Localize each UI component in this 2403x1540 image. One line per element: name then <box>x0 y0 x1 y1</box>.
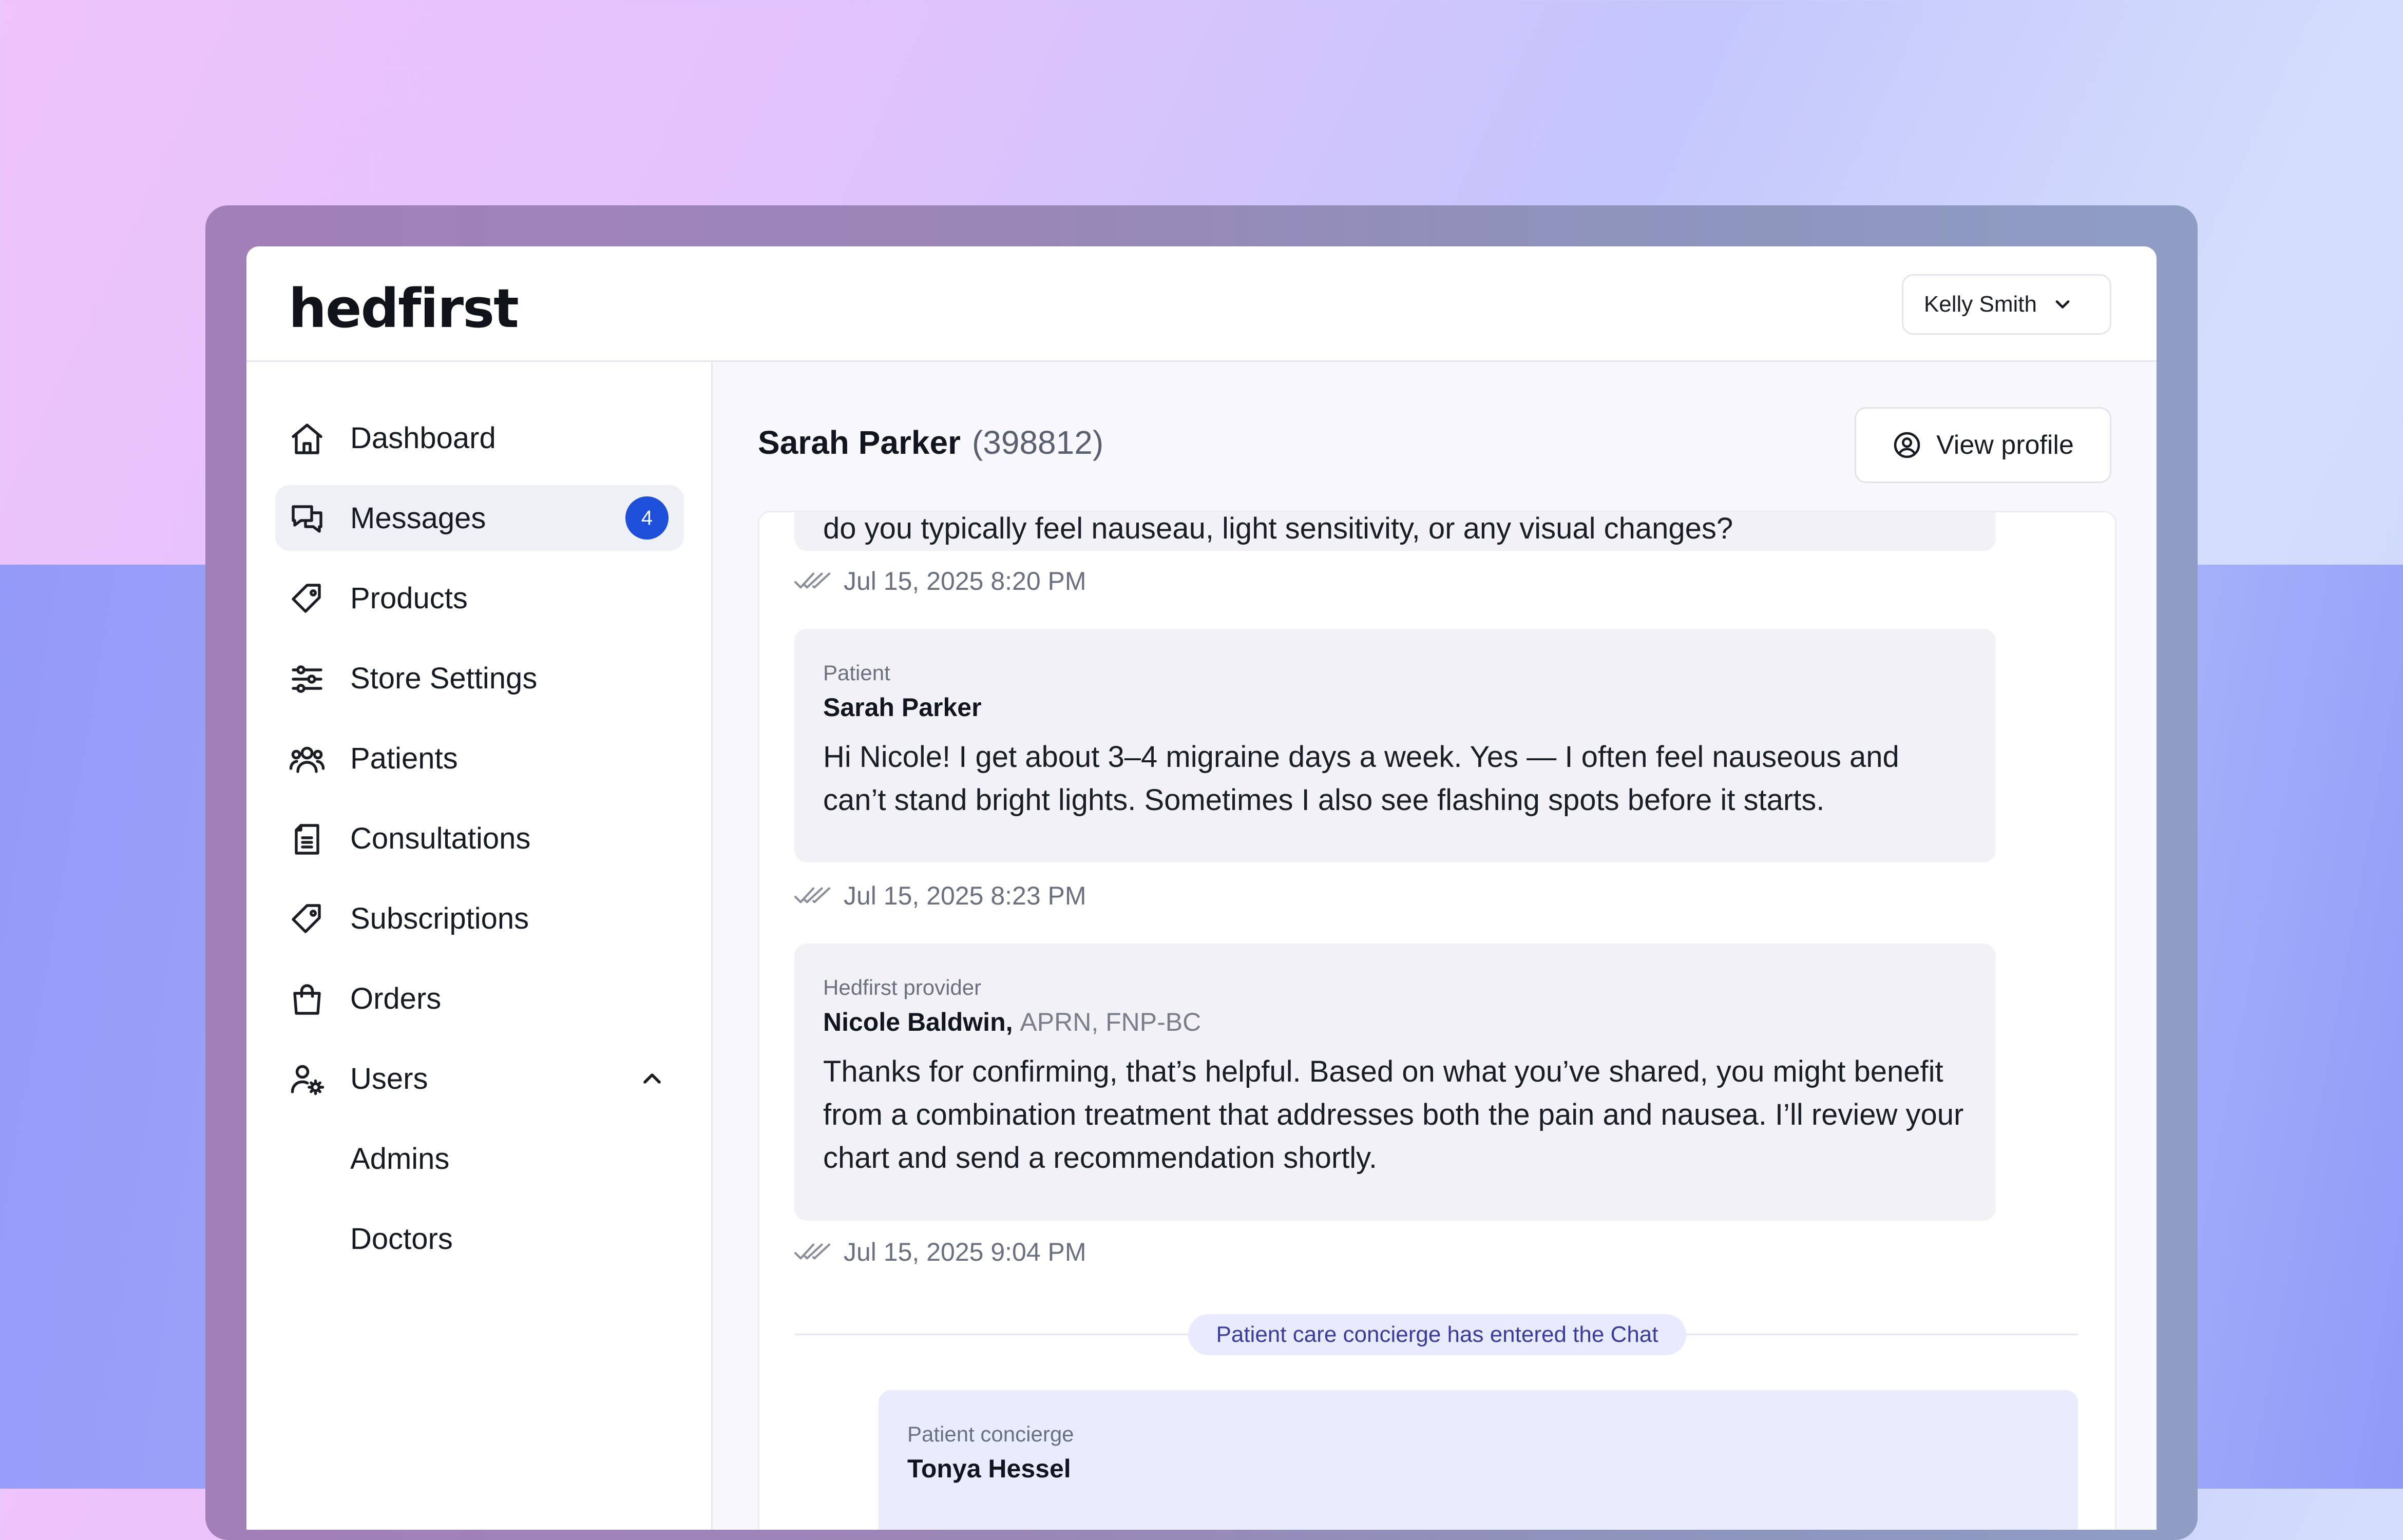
double-check-icon <box>794 1243 830 1260</box>
conversation-title: Sarah Parker (398812) <box>758 424 1103 461</box>
sidebar-item-label: Patients <box>350 741 458 775</box>
user-circle-icon <box>1894 432 1920 458</box>
message-body: do you typically feel nauseau, light sen… <box>823 512 1733 545</box>
top-bar: hedfirst Kelly Smith <box>246 246 2157 362</box>
message-timestamp: Jul 15, 2025 8:23 PM <box>794 881 1086 911</box>
sidebar: Dashboard Messages 4 Products Store Sett… <box>246 362 713 1530</box>
author-credentials: APRN, FNP-BC <box>1020 1008 1202 1036</box>
sidebar-item-label: Subscriptions <box>350 901 529 935</box>
sidebar-item-store-settings[interactable]: Store Settings <box>275 645 684 711</box>
sliders-icon <box>292 665 322 693</box>
sidebar-item-label: Store Settings <box>350 661 538 695</box>
view-profile-label: View profile <box>1936 430 2074 460</box>
view-profile-button[interactable]: View profile <box>1855 407 2111 483</box>
timestamp-text: Jul 15, 2025 9:04 PM <box>844 1238 1086 1266</box>
sidebar-item-messages[interactable]: Messages 4 <box>275 485 684 551</box>
unread-count-badge: 4 <box>625 496 669 540</box>
sidebar-item-consultations[interactable]: Consultations <box>275 805 684 871</box>
user-menu-dropdown[interactable]: Kelly Smith <box>1901 274 2111 335</box>
user-name: Kelly Smith <box>1923 292 2037 317</box>
double-check-icon <box>794 887 830 903</box>
sidebar-item-patients[interactable]: Patients <box>275 725 684 791</box>
message-bubble: Patient concierge Tonya Hessel <box>879 1390 2078 1530</box>
sidebar-item-orders[interactable]: Orders <box>275 966 684 1031</box>
sidebar-subitem-admins[interactable]: Admins <box>275 1126 684 1191</box>
sidebar-subitem-doctors[interactable]: Doctors <box>275 1206 684 1272</box>
message-body: Hi Nicole! I get about 3–4 migraine days… <box>823 740 1899 817</box>
sidebar-item-label: Dashboard <box>350 421 496 455</box>
message-bubble: Hedfirst provider Nicole Baldwin, APRN, … <box>794 944 1996 1221</box>
message-role: Patient <box>823 661 890 685</box>
message-role: Hedfirst provider <box>823 975 982 999</box>
sidebar-subitem-label: Admins <box>350 1142 450 1176</box>
sidebar-item-users[interactable]: Users <box>275 1046 684 1111</box>
message-role: Patient concierge <box>907 1422 1074 1446</box>
message-timestamp: Jul 15, 2025 9:04 PM <box>794 1237 1086 1267</box>
document-icon <box>295 824 319 855</box>
app-window: hedfirst Kelly Smith Dashboard Messages … <box>246 246 2157 1530</box>
app-logo: hedfirst <box>289 277 519 340</box>
sidebar-item-products[interactable]: Products <box>275 565 684 631</box>
shopping-bag-icon <box>293 984 321 1015</box>
user-gear-icon <box>291 1065 325 1095</box>
conversation-panel: Sarah Parker (398812) View profile do you… <box>713 362 2157 1530</box>
patient-name: Sarah Parker <box>758 424 961 461</box>
chat-thread[interactable]: do you typically feel nauseau, light sen… <box>758 511 2116 1530</box>
message-body: Thanks for confirming, that’s helpful. B… <box>823 1055 1964 1175</box>
tag-icon <box>292 904 321 933</box>
sidebar-item-label: Messages <box>350 501 486 535</box>
users-icon <box>289 746 325 773</box>
double-check-icon <box>794 572 830 589</box>
tag-icon <box>292 584 321 613</box>
sidebar-item-label: Products <box>350 581 468 615</box>
system-event-pill: Patient care concierge has entered the C… <box>1188 1314 1686 1355</box>
patient-id: (398812) <box>971 424 1104 461</box>
message-author: Nicole Baldwin, APRN, FNP-BC <box>823 1007 1967 1037</box>
message-author: Sarah Parker <box>823 693 982 722</box>
chevron-up-icon[interactable] <box>638 1064 666 1093</box>
home-icon <box>292 424 322 454</box>
sidebar-item-dashboard[interactable]: Dashboard <box>275 405 684 471</box>
message-author: Tonya Hessel <box>907 1454 1071 1483</box>
sidebar-subitem-label: Doctors <box>350 1222 453 1256</box>
author-name: Nicole Baldwin, <box>823 1008 1013 1036</box>
messages-icon <box>292 505 322 533</box>
message-bubble: Patient Sarah Parker Hi Nicole! I get ab… <box>794 629 1996 862</box>
sidebar-item-label: Orders <box>350 981 442 1015</box>
timestamp-text: Jul 15, 2025 8:20 PM <box>844 567 1086 595</box>
chevron-down-icon <box>2055 300 2070 309</box>
message-bubble: do you typically feel nauseau, light sen… <box>794 512 1996 551</box>
sidebar-item-label: Users <box>350 1062 428 1095</box>
sidebar-item-subscriptions[interactable]: Subscriptions <box>275 886 684 951</box>
message-timestamp: Jul 15, 2025 8:20 PM <box>794 566 1086 596</box>
timestamp-text: Jul 15, 2025 8:23 PM <box>844 881 1086 910</box>
sidebar-item-label: Consultations <box>350 821 531 855</box>
